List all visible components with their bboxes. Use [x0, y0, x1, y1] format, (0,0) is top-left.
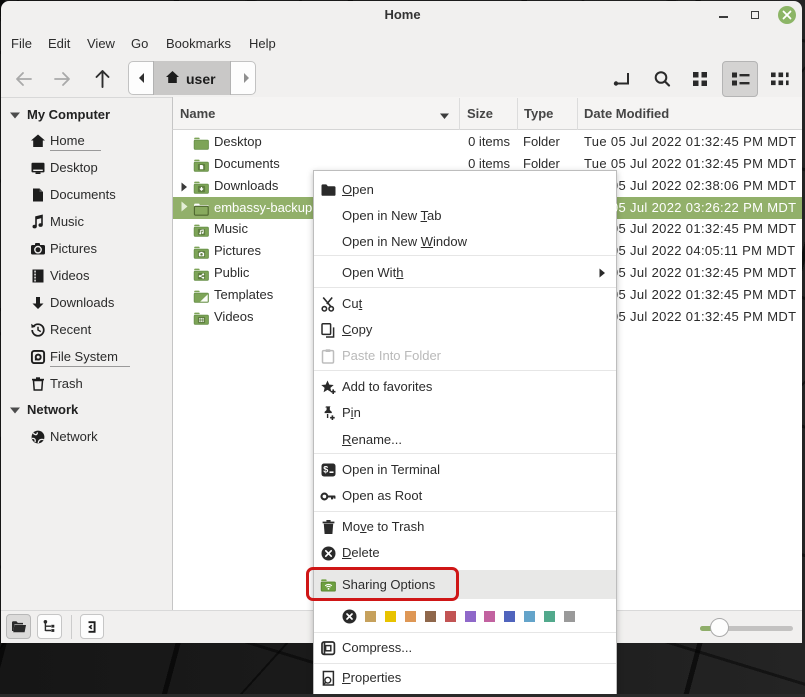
svg-text:$: $	[323, 464, 328, 474]
